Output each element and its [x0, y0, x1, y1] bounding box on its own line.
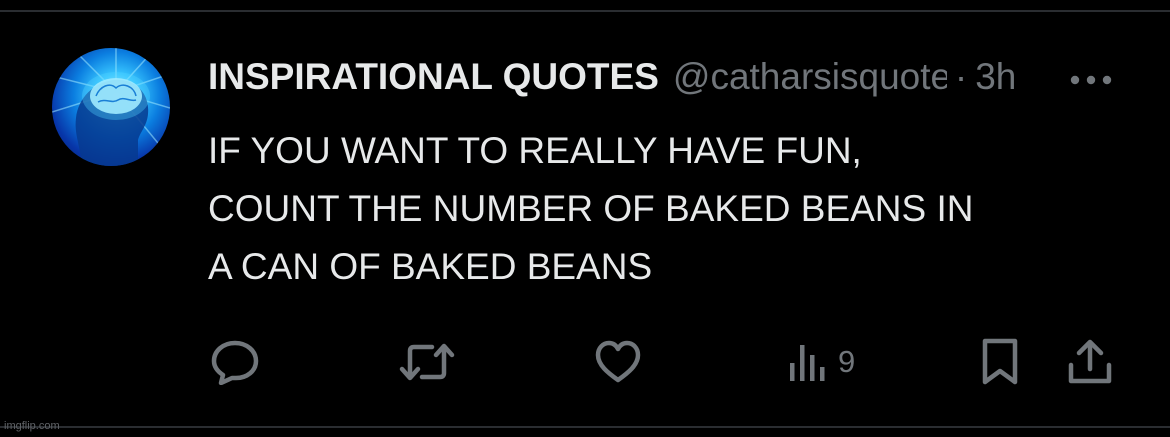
share-icon: [1068, 339, 1112, 384]
reply-icon: [211, 340, 259, 385]
tweet-text: IF YOU WANT TO REALLY HAVE FUN, COUNT TH…: [208, 130, 974, 287]
more-options-button[interactable]: [1066, 60, 1116, 100]
share-button[interactable]: [1066, 338, 1114, 386]
bottom-divider: [0, 426, 1170, 428]
avatar[interactable]: [52, 48, 170, 166]
like-button[interactable]: [594, 338, 642, 386]
views-count: 9: [838, 344, 856, 379]
timestamp[interactable]: 3h: [975, 56, 1016, 98]
bookmark-button[interactable]: [980, 338, 1020, 386]
views-button[interactable]: 9: [788, 338, 855, 386]
retweet-button[interactable]: [398, 338, 456, 386]
tweet-header: INSPIRATIONAL QUOTES @catharsisquotes · …: [208, 52, 1148, 102]
display-name[interactable]: INSPIRATIONAL QUOTES: [208, 56, 659, 98]
top-divider: [0, 10, 1170, 12]
glowing-brain-head-icon: [52, 48, 170, 166]
views-bar-chart-icon: [790, 345, 825, 381]
retweet-icon: [399, 343, 455, 381]
heart-icon: [595, 340, 641, 383]
bookmark-icon: [982, 338, 1018, 385]
more-dots-icon: [1070, 75, 1112, 85]
separator-dot: ·: [954, 56, 968, 97]
imgflip-watermark: imgflip.com: [4, 420, 60, 432]
reply-button[interactable]: [210, 338, 260, 386]
user-handle[interactable]: @catharsisquotes: [673, 56, 947, 98]
